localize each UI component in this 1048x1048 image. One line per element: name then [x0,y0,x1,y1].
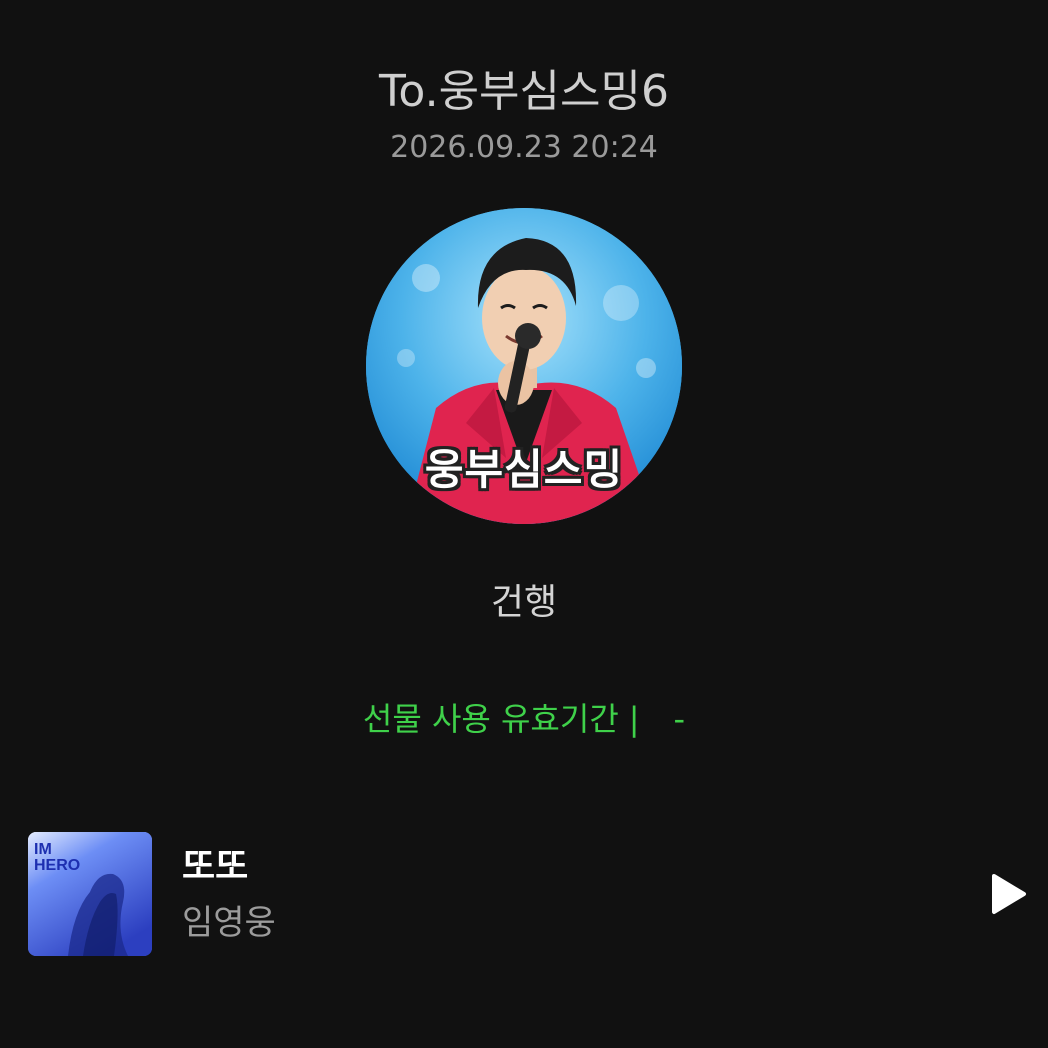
track-title: 또또 [182,846,249,887]
page-title: To.웅부심스밍6 [379,66,669,117]
gift-validity: 선물 사용 유효기간 | - [0,695,1048,743]
gift-detail-screen: To.웅부심스밍6 2026.09.23 20:24 웅부심스밍 건행 선물 사… [0,0,1048,1048]
album-art-text-1: IM [34,841,52,858]
validity-value: - [673,700,686,738]
album-art-text-2: HERO [34,857,80,874]
track-item[interactable]: IM HERO 또또 임영웅 [28,832,1028,956]
avatar-caption: 웅부심스밍 [424,445,624,494]
album-art-image: IM HERO [28,832,152,956]
message-text: 건행 [490,582,558,623]
validity-separator: | [628,700,640,738]
avatar: 웅부심스밍 [366,208,682,524]
timestamp: 2026.09.23 20:24 [390,130,658,165]
track-artist: 임영웅 [182,903,276,943]
validity-label: 선물 사용 유효기간 [362,700,619,738]
album-art: IM HERO [28,832,152,956]
play-icon[interactable] [988,872,1028,916]
